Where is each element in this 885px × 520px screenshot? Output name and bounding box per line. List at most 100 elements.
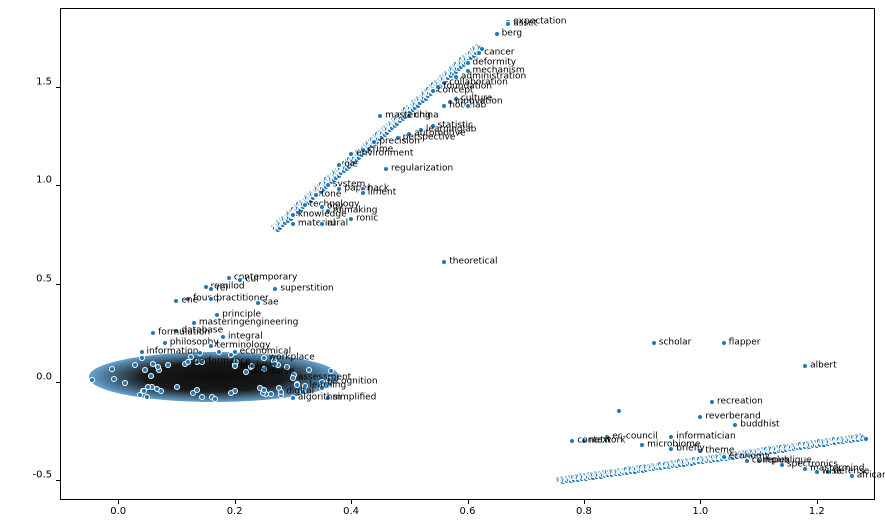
scatter-point [371,139,377,145]
scatter-point [174,384,180,390]
scatter-point [278,392,284,398]
point-label: mastering [385,112,431,121]
scatter-point [666,461,672,467]
scatter-point [575,474,581,480]
scatter-point [633,466,639,472]
scatter-point [762,448,768,454]
scatter-point [758,449,764,455]
scatter-point [214,312,220,318]
point-label: flapper [729,338,761,347]
scatter-point [140,388,146,394]
scatter-point [582,472,588,478]
point-label: africana [857,472,885,481]
scatter-point [359,152,365,158]
scatter-point [734,451,740,457]
scatter-point [149,384,155,390]
point-label: sae [263,299,279,308]
scatter-point [470,48,476,54]
scatter-point [403,111,409,117]
scatter-point [321,186,327,192]
scatter-point [466,50,472,56]
scatter-point [564,475,570,481]
scatter-point [199,394,205,400]
scatter-point [365,145,371,151]
scatter-point [337,166,343,172]
scatter-point [773,446,779,452]
scatter-point [593,473,599,479]
scatter-point [844,438,850,444]
scatter-point [335,168,341,174]
scatter-point [806,444,812,450]
y-tick-label: -0.5 [22,470,52,481]
point-label: terminology [216,342,270,351]
scatter-point [298,207,304,213]
scatter-point [435,84,441,90]
scatter-point [688,457,694,463]
scatter-point [476,50,482,56]
scatter-point [333,175,339,181]
scatter-point [404,107,410,113]
point-label: cul [245,275,258,284]
x-tickmark [584,500,585,504]
scatter-point [279,218,285,224]
scatter-point [345,163,351,169]
scatter-point [321,182,327,188]
scatter-point [154,386,160,392]
scatter-point [626,468,632,474]
scatter-point [281,216,287,222]
scatter-point [839,438,845,444]
scatter-point [430,81,436,87]
scatter-point [465,53,471,59]
y-tickmark [56,284,60,285]
scatter-point [378,133,384,139]
scatter-point [391,118,397,124]
scatter-point [416,96,422,102]
scatter-point [810,443,816,449]
scatter-point [570,476,576,482]
scatter-point [397,118,403,124]
scatter-point [406,113,412,119]
scatter-point [341,168,347,174]
scatter-point [835,436,841,442]
scatter-point [226,275,232,281]
scatter-point [760,446,766,452]
scatter-point [410,103,416,109]
scatter-point [374,131,380,137]
scatter-point [185,296,191,302]
scatter-point [639,442,645,448]
scatter-point [669,459,675,465]
scatter-point [790,445,796,451]
scatter-point [678,459,684,465]
scatter-point [321,179,327,185]
scatter-point [642,463,648,469]
scatter-point [797,444,803,450]
figure: expectationassetbergcancerdeformitymecha… [0,0,885,520]
scatter-point [373,138,379,144]
scatter-point [465,56,471,62]
scatter-point [453,74,459,80]
scatter-point [290,221,296,227]
scatter-point [261,387,267,393]
scatter-point [589,474,595,480]
scatter-point [434,80,440,86]
scatter-point [704,458,710,464]
scatter-point [679,460,685,466]
point-label: integral [228,332,263,341]
scatter-point [737,450,743,456]
point-label: recreation [717,397,763,406]
scatter-point [452,68,458,74]
point-label: cancer [484,49,514,58]
y-tickmark [56,382,60,383]
scatter-point [439,75,445,81]
scatter-point [212,396,218,402]
scatter-point [741,449,747,455]
scatter-point [704,455,710,461]
scatter-point [302,197,308,203]
scatter-point [384,130,390,136]
scatter-point [680,461,686,467]
scatter-point [714,453,720,459]
scatter-point [798,445,804,451]
scatter-point [423,96,429,102]
scatter-point [284,364,290,370]
scatter-point [703,455,709,461]
